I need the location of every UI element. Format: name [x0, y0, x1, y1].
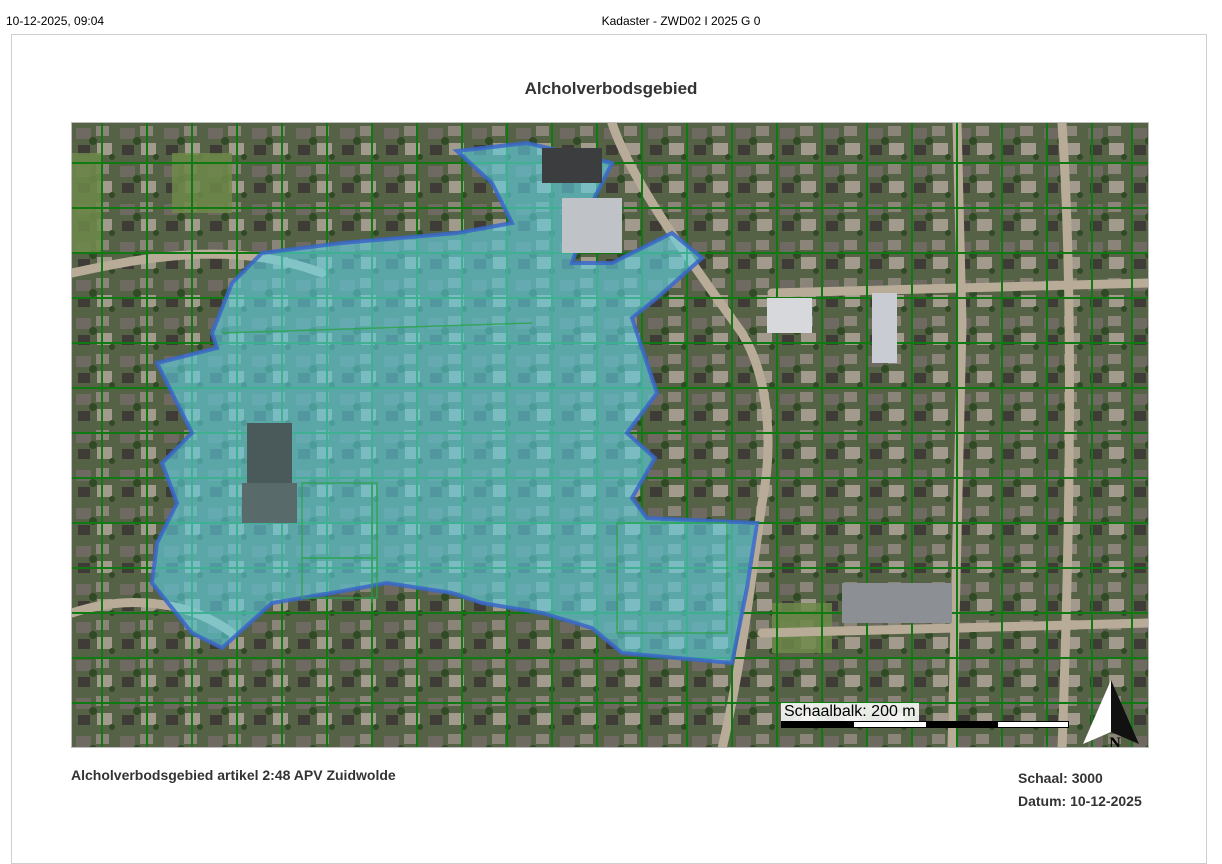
scale-bar-segment: [926, 722, 998, 727]
scale-value: Schaal: 3000: [1018, 770, 1103, 786]
scale-bar: Schaalbalk: 200 m: [781, 701, 1071, 731]
scale-bar-graphic: [781, 721, 1069, 728]
map-view[interactable]: Schaalbalk: 200 m N: [71, 122, 1149, 748]
map-canvas: [72, 123, 1148, 747]
north-arrow-icon: N: [1083, 680, 1139, 748]
map-date: Datum: 10-12-2025: [1018, 793, 1142, 809]
map-meta: Schaal: 3000 Datum: 10-12-2025: [1018, 767, 1142, 813]
map-title: Alcholverbodsgebied: [524, 79, 698, 98]
north-label: N: [1109, 735, 1121, 748]
map-description: Alcholverbodsgebied artikel 2:48 APV Zui…: [71, 767, 396, 783]
scale-bar-label: Schaalbalk: 200 m: [781, 703, 919, 721]
scale-bar-segment: [782, 722, 854, 727]
document-title: Kadaster - ZWD02 I 2025 G 0: [601, 14, 761, 28]
